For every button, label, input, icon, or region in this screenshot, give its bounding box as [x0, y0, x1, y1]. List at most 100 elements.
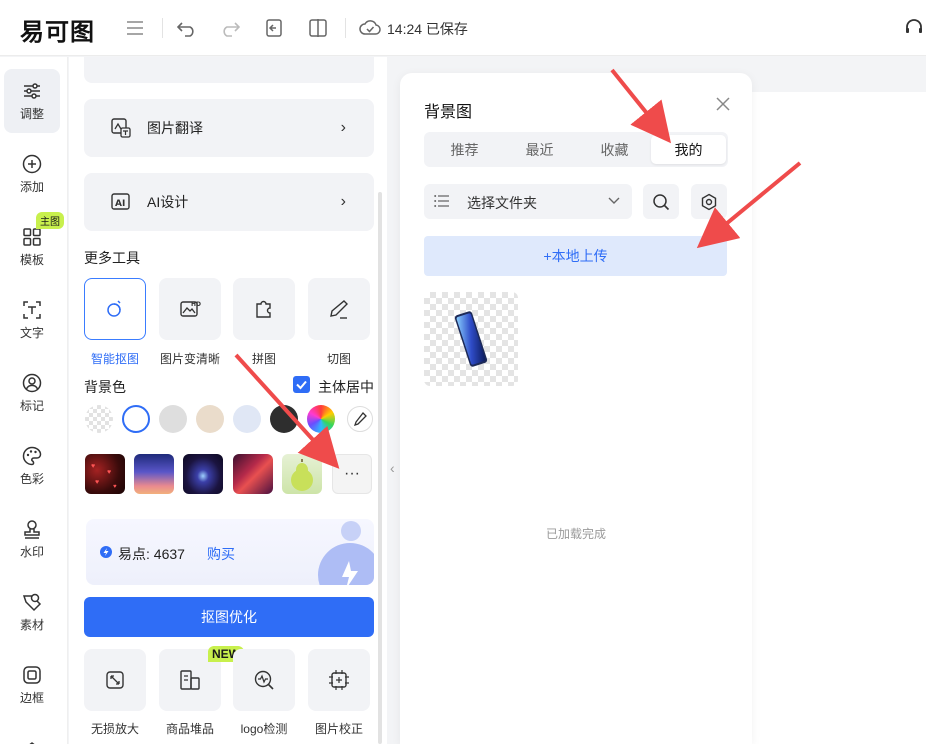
stack-icon	[180, 670, 200, 690]
more-tools-title: 更多工具	[84, 250, 140, 266]
tool-smart-cutout[interactable]	[84, 278, 146, 340]
rail-item-material[interactable]: 素材	[4, 580, 60, 644]
color-swatch-rainbow[interactable]	[307, 405, 335, 433]
tool-label: 图片变清晰	[159, 352, 220, 366]
panel-title: 背景图	[424, 104, 473, 121]
knife-icon	[330, 300, 348, 319]
eyedropper-icon[interactable]	[347, 406, 373, 432]
color-swatch-lightblue[interactable]	[233, 405, 261, 433]
logo-detect-icon	[254, 670, 274, 690]
lightning-icon	[100, 546, 112, 558]
rail-item-color[interactable]: 色彩	[4, 434, 60, 498]
list-icon	[434, 195, 449, 207]
chevron-right-icon: ›	[340, 119, 346, 136]
search-icon	[653, 193, 670, 210]
rail-item-frame[interactable]: 边框	[4, 653, 60, 717]
tool-puzzle[interactable]	[233, 278, 295, 340]
rail-item-mark[interactable]: 标记	[4, 361, 60, 425]
svg-text:♥: ♥	[91, 463, 95, 470]
left-nav-rail: 调整 添加 模板 主图 文字 标记 色彩 水印 素材 边框	[0, 57, 68, 744]
color-swatch-black[interactable]	[270, 405, 298, 433]
rail-item-add[interactable]: 添加	[4, 142, 60, 206]
color-swatch-white[interactable]	[122, 405, 150, 433]
bg-image-red-hearts[interactable]: ♥ ♥ ♥ ♥	[85, 454, 125, 494]
redo-icon[interactable]	[218, 16, 242, 40]
ai-design-card[interactable]: AI AI设计 ›	[84, 173, 374, 231]
bg-image-sunset[interactable]	[134, 454, 174, 494]
compare-icon[interactable]	[306, 16, 330, 40]
image-translate-card[interactable]: 图片翻译 ›	[84, 99, 374, 157]
rail-item-label: 色彩	[19, 471, 44, 486]
design-canvas[interactable]	[748, 92, 926, 744]
more-rail-icon[interactable]	[22, 737, 42, 744]
folder-select-value: 选择文件夹	[467, 195, 537, 211]
material-icon	[22, 593, 42, 611]
toolbar-divider	[345, 18, 346, 38]
smart-cutout-icon	[107, 300, 121, 317]
rail-item-label: 添加	[19, 179, 44, 194]
collapse-panel-handle[interactable]: ‹	[390, 460, 400, 496]
bg-image-pear[interactable]	[282, 454, 322, 494]
color-swatch-gray[interactable]	[159, 405, 187, 433]
more-bg-images-button[interactable]: ···	[332, 454, 372, 494]
search-button[interactable]	[643, 184, 679, 219]
color-swatch-beige[interactable]	[196, 405, 224, 433]
tool-label: 智能抠图	[90, 352, 139, 366]
tool-logo-detect[interactable]	[233, 649, 295, 711]
tool-hd-image[interactable]: HD	[159, 278, 221, 340]
more-dots-icon: ···	[344, 465, 360, 482]
rail-item-label: 边框	[19, 690, 44, 705]
panel-scrollbar[interactable]	[378, 192, 382, 744]
palette-icon	[22, 446, 42, 465]
uploaded-image-thumb[interactable]	[424, 292, 518, 386]
restore-icon[interactable]	[262, 16, 286, 40]
rail-item-label: 文字	[19, 325, 44, 340]
tool-slice[interactable]	[308, 278, 370, 340]
undo-icon[interactable]	[175, 16, 199, 40]
settings-button[interactable]	[691, 184, 727, 219]
headset-icon[interactable]	[902, 16, 926, 40]
bg-image-light-beam[interactable]	[183, 454, 223, 494]
points-card: 易点: 4637 购买	[86, 519, 374, 585]
loaded-status: 已加载完成	[545, 527, 606, 541]
rail-item-label: 水印	[19, 544, 44, 559]
close-icon[interactable]	[716, 97, 730, 114]
tab-recommend[interactable]: 推荐	[427, 135, 502, 164]
menu-card-partial[interactable]	[84, 57, 374, 83]
rail-item-label: 标记	[19, 398, 44, 413]
bg-image-abstract-red[interactable]	[233, 454, 273, 494]
card-label: AI设计	[147, 194, 189, 210]
tool-image-correct[interactable]	[308, 649, 370, 711]
svg-text:♥: ♥	[113, 484, 117, 490]
menu-icon[interactable]	[123, 16, 147, 40]
rail-item-watermark[interactable]: 水印	[4, 507, 60, 571]
chevron-down-icon	[608, 197, 620, 204]
tab-favorites[interactable]: 收藏	[577, 135, 652, 164]
card-label: 图片翻译	[147, 120, 203, 136]
tool-label: 商品堆品	[165, 722, 214, 736]
top-bar: 易可图 14:24 已保存	[0, 0, 926, 56]
buy-link[interactable]: 购买	[207, 544, 235, 564]
cloud-saved-icon	[358, 16, 382, 40]
center-subject-checkbox[interactable]	[293, 376, 310, 393]
folder-select[interactable]: 选择文件夹	[424, 184, 632, 219]
app-logo[interactable]: 易可图	[20, 12, 95, 47]
rail-item-text[interactable]: 文字	[4, 288, 60, 352]
phone-image	[454, 311, 488, 367]
rail-item-adjust[interactable]: 调整	[4, 69, 60, 133]
svg-text:HD: HD	[191, 301, 201, 308]
tool-lossless-enlarge[interactable]	[84, 649, 146, 711]
center-subject-label: 主体居中	[318, 379, 374, 395]
rail-item-label: 模板	[19, 252, 44, 267]
bg-color-title: 背景色	[84, 379, 126, 395]
chevron-right-icon: ›	[340, 193, 346, 210]
color-swatch-transparent[interactable]	[85, 405, 113, 433]
tab-mine[interactable]: 我的	[651, 135, 726, 164]
template-badge: 主图	[36, 212, 64, 229]
tab-recent[interactable]: 最近	[502, 135, 577, 164]
grid-icon	[23, 227, 41, 246]
svg-text:♥: ♥	[107, 469, 111, 476]
optimize-cutout-button[interactable]: 抠图优化	[84, 597, 374, 637]
rail-item-label: 素材	[19, 617, 44, 632]
local-upload-button[interactable]: +本地上传	[424, 236, 727, 276]
